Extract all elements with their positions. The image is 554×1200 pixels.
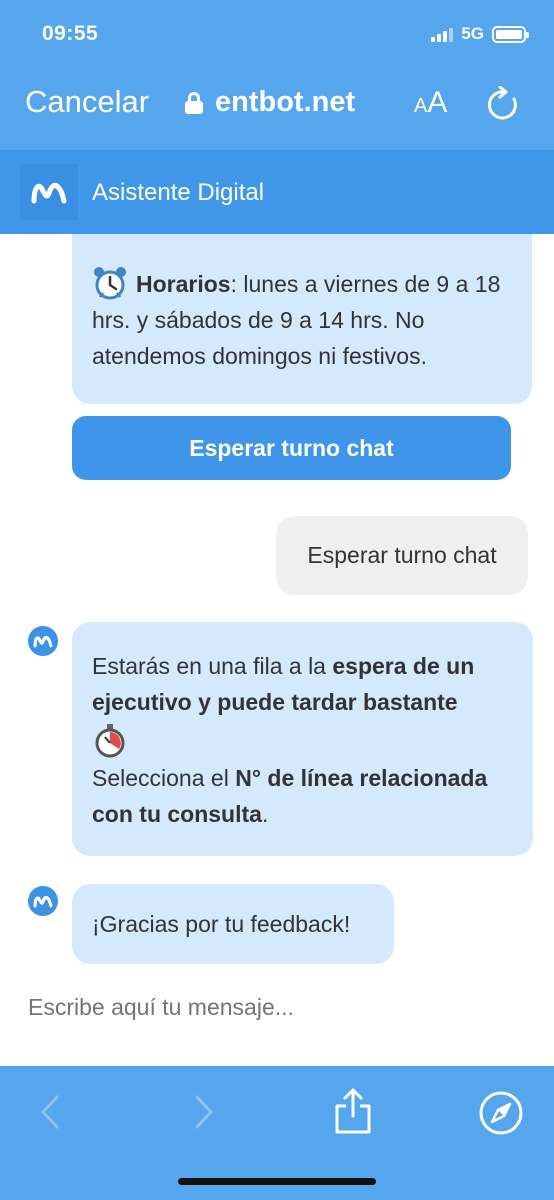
- stopwatch-icon: [95, 724, 125, 758]
- text-size-button[interactable]: AA: [414, 86, 447, 120]
- movistar-logo-icon: [20, 164, 78, 220]
- reload-icon[interactable]: [487, 86, 521, 122]
- signal-icon: [431, 26, 454, 42]
- user-message: Esperar turno chat: [276, 516, 528, 595]
- status-time: 09:55: [42, 22, 99, 45]
- bot-avatar-icon: [28, 626, 58, 656]
- share-icon[interactable]: [333, 1086, 373, 1136]
- url-text: entbot.net: [215, 86, 356, 118]
- hours-label: Horarios: [136, 271, 231, 297]
- message-input-area: [0, 966, 554, 1066]
- chat-title: Asistente Digital: [92, 179, 265, 206]
- chevron-right-icon[interactable]: [192, 1094, 216, 1130]
- compass-icon[interactable]: [478, 1090, 524, 1136]
- bot-message-hours: Horarios: lunes a viernes de 9 a 18 hrs.…: [72, 234, 532, 404]
- queue-text-1: Estarás en una fila a la: [92, 653, 333, 679]
- wait-turn-button[interactable]: Esperar turno chat: [72, 416, 511, 480]
- battery-icon: [492, 25, 529, 43]
- lock-icon: [185, 91, 203, 114]
- status-indicators: 5G: [431, 24, 529, 44]
- network-type: 5G: [461, 24, 484, 43]
- bot-message-thanks: ¡Gracias por tu feedback!: [72, 884, 394, 964]
- address-bar[interactable]: entbot.net: [185, 86, 355, 119]
- alarm-clock-icon: [94, 266, 126, 300]
- queue-text-2: Selecciona el: [92, 765, 236, 791]
- home-indicator: [178, 1178, 376, 1185]
- browser-top-bar: 09:55 5G Cancelar entbot.net AA: [0, 0, 554, 150]
- cancel-button[interactable]: Cancelar: [25, 84, 149, 120]
- bot-avatar-icon: [28, 886, 58, 916]
- chevron-left-icon[interactable]: [38, 1094, 62, 1130]
- user-message-text: Esperar turno chat: [307, 542, 497, 568]
- thanks-text: ¡Gracias por tu feedback!: [92, 911, 351, 937]
- message-input[interactable]: [28, 994, 528, 1021]
- queue-text-3: .: [261, 801, 269, 827]
- chat-header: Asistente Digital: [0, 150, 554, 234]
- bot-message-queue: Estarás en una fila a la espera de un ej…: [72, 622, 533, 856]
